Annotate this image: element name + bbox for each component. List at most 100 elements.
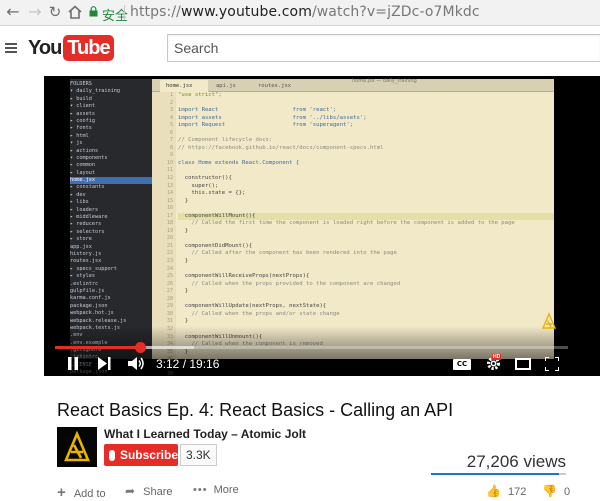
like-sentiment-bar	[431, 473, 566, 475]
line-number: 17	[166, 212, 173, 219]
editor-tab: api.js	[216, 83, 236, 89]
logo-tube-text: Tube	[63, 35, 114, 61]
line-number: 1	[169, 92, 173, 98]
code-line: // Component lifecycle docs:	[178, 137, 273, 144]
like-count: 172	[508, 486, 527, 498]
file-tree-row: ▸ layout	[70, 169, 95, 176]
line-number: 9	[169, 152, 173, 159]
channel-watermark-icon[interactable]	[541, 312, 557, 330]
file-tree-row: ▸ store	[70, 236, 92, 243]
subscriber-count: 3.3K	[180, 444, 217, 466]
file-tree-row: ▾ components	[70, 154, 108, 161]
editor-tab: home.jsx	[160, 80, 208, 92]
forward-arrow-icon[interactable]: →	[26, 3, 44, 21]
line-number: 12	[166, 175, 173, 182]
theater-mode-icon[interactable]	[515, 358, 531, 370]
line-number: 6	[169, 129, 173, 136]
address-bar[interactable]: https://www.youtube.com/watch?v=jZDc-o7M…	[130, 4, 480, 20]
plus-icon: +	[57, 484, 66, 501]
video-frame-code-editor: FOLDERS ▾ daily_training ▸ build ▾ client…	[70, 78, 554, 376]
subscribe-button[interactable]: Subscribe	[104, 444, 178, 466]
file-tree-row: ▸ dev	[70, 191, 86, 198]
editor-gutter: 1 2 3 4 5 6 7 8 9 10 11 12 13 14 15 16 17 18 19 20 21 22 23 24 2…	[152, 92, 176, 376]
hd-badge: HD	[492, 354, 502, 360]
fullscreen-icon[interactable]	[545, 357, 559, 371]
code-line: class Home extends React.Component {	[178, 159, 300, 166]
pause-icon[interactable]	[68, 357, 78, 370]
file-tree-row: ▸ actions	[70, 147, 99, 154]
progress-bar[interactable]	[55, 342, 568, 353]
line-number: 21	[166, 242, 173, 249]
hamburger-menu-icon[interactable]	[5, 43, 17, 53]
add-to-button[interactable]: + Add to	[57, 484, 106, 501]
volume-icon[interactable]	[128, 356, 145, 371]
file-tree-row: ▸ libs	[70, 199, 89, 206]
share-label: Share	[143, 486, 173, 498]
file-tree-row: karma.conf.js	[70, 295, 111, 302]
code-line: componentDidMount(){	[178, 242, 253, 249]
code-line: // Called the first time the component i…	[178, 220, 515, 227]
code-line: componentWillUpdate(nextProps, nextState…	[178, 303, 327, 310]
line-number: 27	[166, 288, 173, 295]
file-tree-row: package.json	[70, 302, 108, 309]
captions-button[interactable]: CC	[453, 359, 471, 370]
file-tree-row: ▸ reducers	[70, 221, 102, 228]
code-line: // Called after the component has been r…	[178, 250, 397, 257]
channel-avatar[interactable]	[57, 427, 97, 467]
line-number: 25	[166, 273, 173, 280]
code-line: componentWillMount(){	[178, 212, 554, 221]
youtube-header: You Tube	[0, 27, 600, 69]
line-number: 13	[166, 182, 173, 189]
file-tree-row: ▸ constants	[70, 184, 105, 191]
code-line: }	[178, 197, 189, 204]
file-tree-row: ▸ build	[70, 95, 92, 102]
file-tree-row: ▸ common	[70, 162, 95, 169]
reload-icon[interactable]: ↻	[46, 3, 64, 21]
browser-toolbar: ← → ↻ 安全 https://www.youtube.com/watch?v…	[0, 0, 600, 26]
line-number: 16	[166, 205, 173, 212]
line-number: 15	[166, 197, 173, 204]
code-line: // https://facebook.github.io/react/docs…	[178, 144, 384, 151]
code-line: import assets from '../libs/assets';	[178, 114, 367, 121]
file-tree-row: ▾ client	[70, 103, 95, 110]
line-number: 2	[169, 99, 173, 106]
file-tree-row: ▸ config	[70, 117, 95, 124]
line-number: 3	[169, 107, 173, 114]
code-line: }	[178, 318, 189, 325]
line-number: 19	[166, 227, 173, 234]
file-tree-row: FOLDERS	[70, 81, 92, 87]
file-tree-row: ▾ daily_training	[70, 88, 120, 95]
line-number: 22	[166, 250, 173, 257]
more-dots-icon: •••	[193, 484, 208, 496]
line-number: 23	[166, 258, 173, 265]
file-tree-row: ▸ loaders	[70, 206, 99, 213]
video-title: React Basics Ep. 4: React Basics - Calli…	[57, 400, 454, 420]
youtube-logo[interactable]: You Tube	[28, 35, 114, 61]
line-number: 11	[166, 167, 173, 174]
back-arrow-icon[interactable]: ←	[4, 3, 22, 21]
code-line: }	[178, 288, 189, 295]
more-button[interactable]: ••• More	[193, 484, 239, 496]
channel-name[interactable]: What I Learned Today – Atomic Jolt	[104, 427, 306, 441]
file-tree-row: app.jsx	[70, 243, 92, 250]
code-line: }	[178, 227, 189, 234]
next-video-icon[interactable]	[98, 357, 111, 370]
editor-tab-strip: home.jsx — daily_training home.jsx api.j…	[152, 78, 554, 92]
file-tree-row: ▸ fonts	[70, 125, 92, 132]
line-number: 4	[169, 114, 173, 121]
home-icon[interactable]	[66, 3, 84, 21]
search-input[interactable]	[168, 35, 600, 61]
editor-window-title: home.jsx — daily_training	[352, 78, 417, 84]
code-line: constructor(){	[178, 175, 232, 182]
code-line: // Called when the props provided to the…	[178, 280, 401, 287]
code-line: this.state = {};	[178, 190, 246, 197]
line-number: 28	[166, 295, 173, 302]
line-number: 10	[166, 159, 173, 166]
file-tree-row: ▸ specs_support	[70, 265, 117, 272]
video-player[interactable]: FOLDERS ▾ daily_training ▸ build ▾ client…	[44, 76, 578, 376]
search-box[interactable]	[167, 34, 600, 62]
url-path: /watch?v=jZDc-o7Mkdc	[311, 4, 480, 20]
more-label: More	[213, 484, 239, 496]
